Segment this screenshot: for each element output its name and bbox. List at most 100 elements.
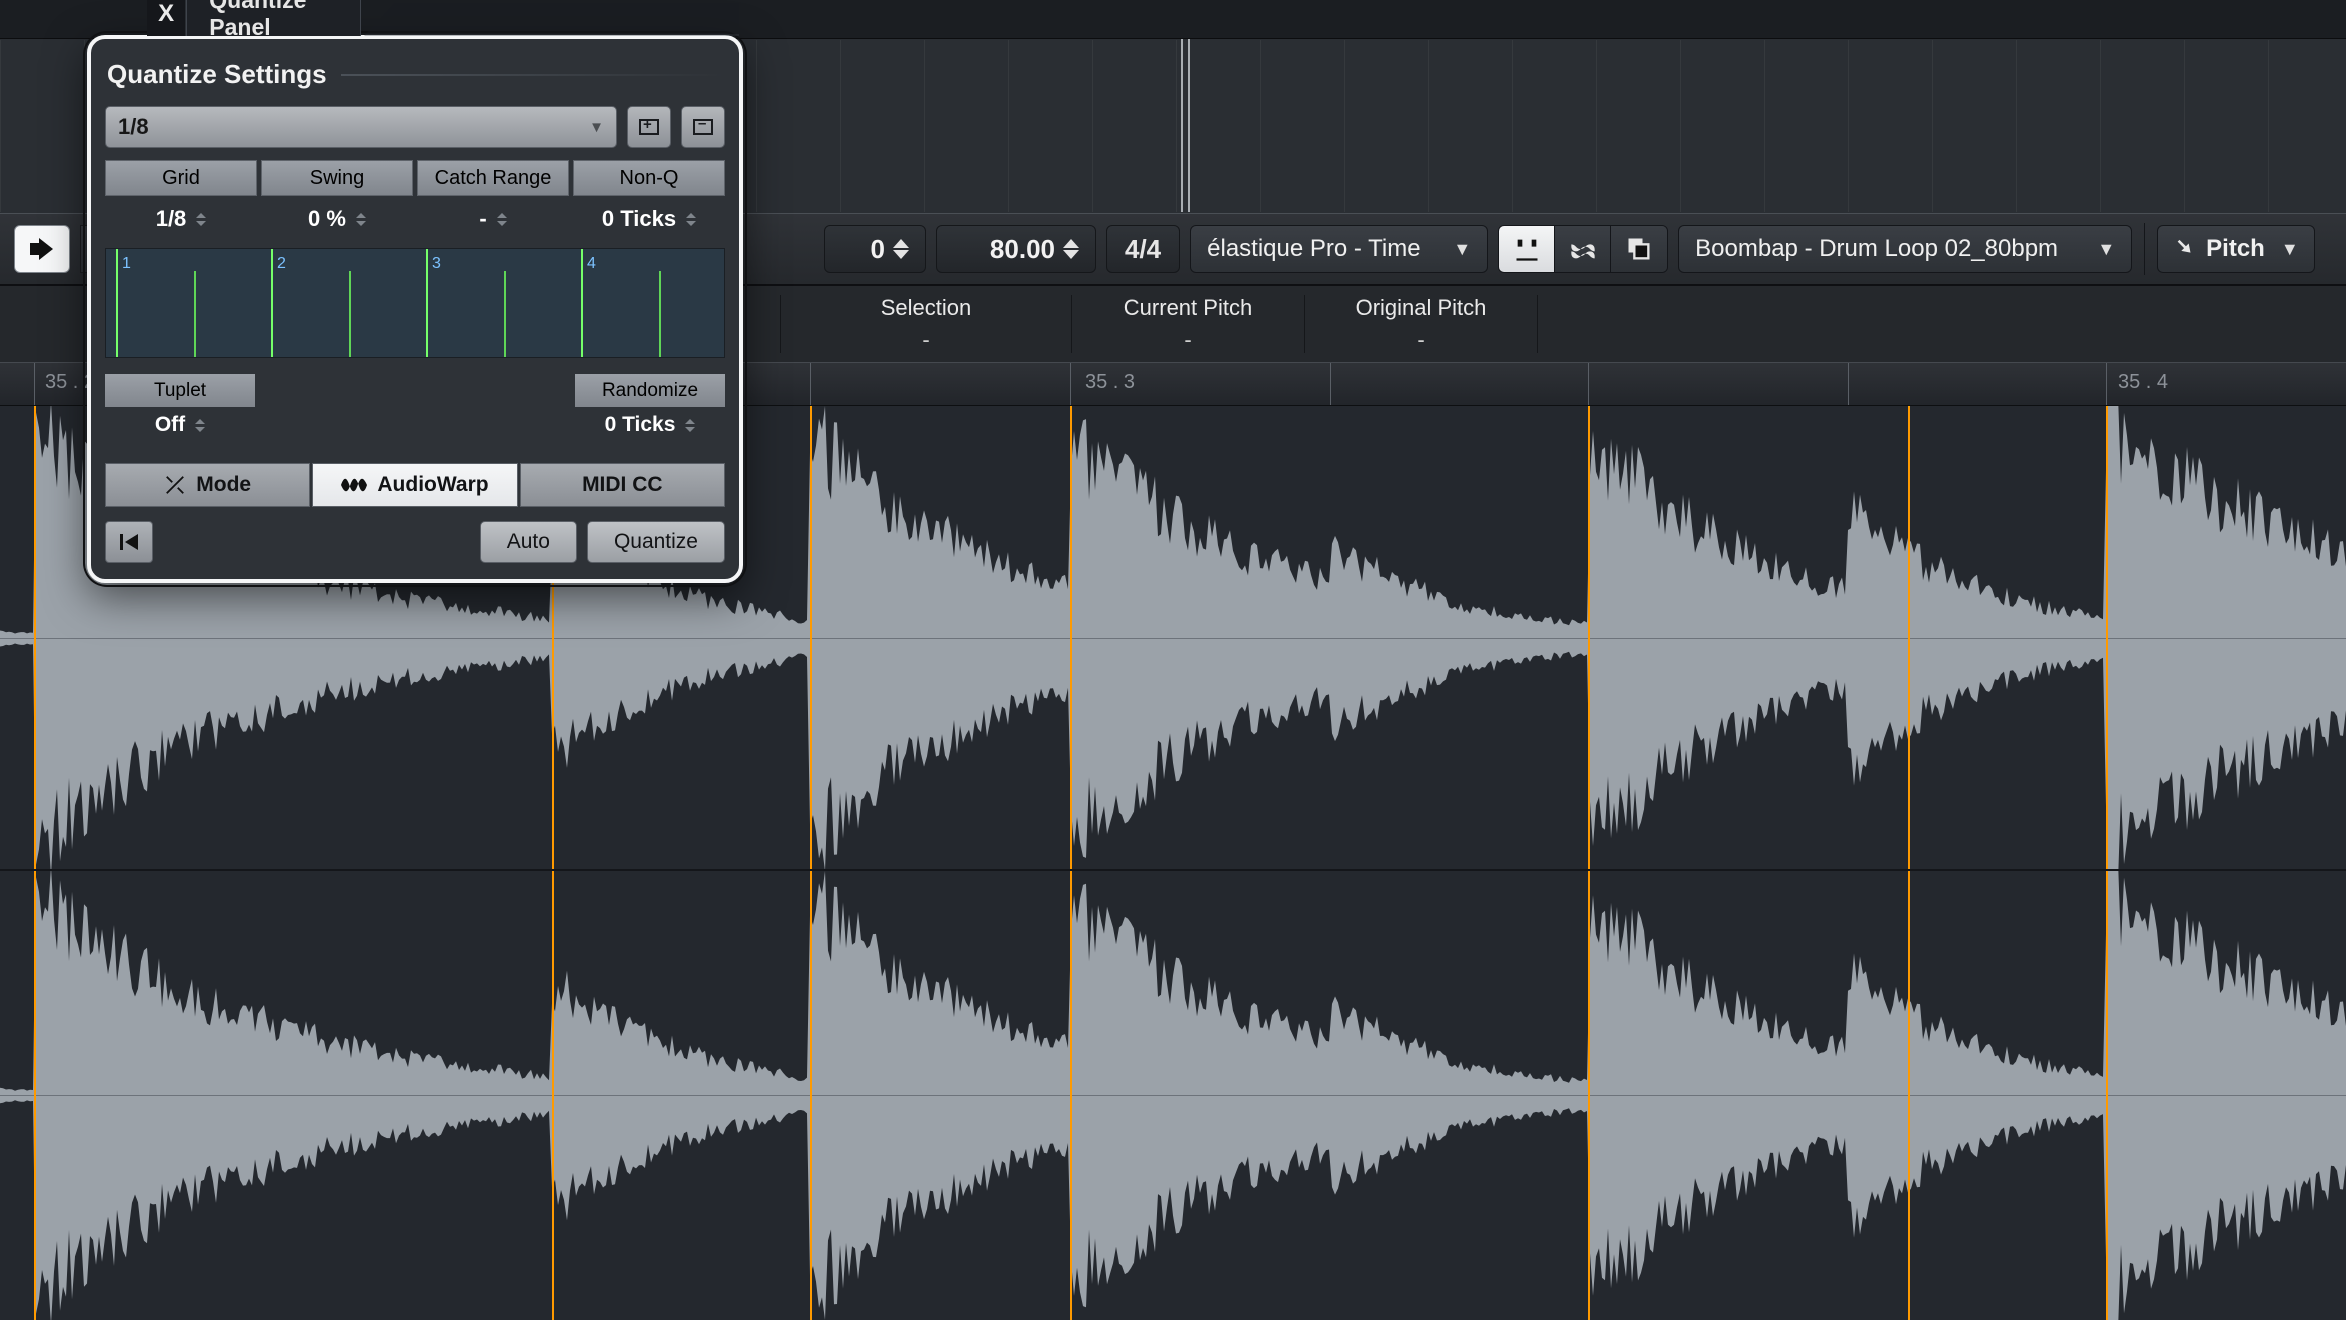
panel-tab[interactable]: Quantize Panel	[186, 0, 361, 36]
mode-label: Mode	[196, 473, 251, 497]
separator	[2144, 223, 2145, 275]
preset-value: 1/8	[118, 114, 149, 140]
spinner-icon[interactable]	[1063, 239, 1081, 259]
auto-button[interactable]: Auto	[480, 521, 577, 563]
warp-marker[interactable]	[2106, 406, 2108, 869]
current-pitch-label: Current Pitch	[1124, 295, 1252, 321]
warp-marker[interactable]	[1908, 871, 1910, 1320]
warp-marker[interactable]	[1070, 871, 1072, 1320]
audition-button[interactable]	[14, 225, 70, 273]
waves-icon	[1569, 235, 1597, 263]
clip-name: Boombap - Drum Loop 02_80bpm	[1695, 235, 2058, 263]
warp-marker[interactable]	[1070, 406, 1072, 869]
original-pitch-label: Original Pitch	[1356, 295, 1487, 321]
ruler-label: 35 . 3	[1085, 371, 1135, 394]
ruler-tick	[1330, 363, 1331, 405]
delete-preset-button[interactable]	[681, 106, 725, 148]
pitch-dropdown[interactable]: Pitch ▼	[2157, 225, 2315, 273]
algorithm-dropdown[interactable]: élastique Pro - Time ▼	[1190, 225, 1488, 273]
catch-range-header: Catch Range	[417, 160, 569, 196]
delete-icon	[693, 119, 713, 135]
stack-icon	[1625, 235, 1653, 263]
midi-cc-button[interactable]: MIDI CC	[520, 463, 725, 507]
time-signature-field[interactable]: 4/4	[1106, 225, 1180, 273]
ruler-tick	[810, 363, 811, 405]
mode-button[interactable]: Mode	[105, 463, 310, 507]
grid-header: Grid	[105, 160, 257, 196]
ruler-tick	[1070, 363, 1071, 405]
tempo-value: 80.00	[990, 234, 1055, 265]
chevron-down-icon: ▼	[2281, 239, 2299, 260]
chevron-down-icon: ▼	[2097, 239, 2115, 260]
warp-marker[interactable]	[1588, 406, 1590, 869]
randomize-header: Randomize	[575, 374, 725, 407]
ruler-label: 35 . 4	[2118, 371, 2168, 394]
preset-dropdown[interactable]: 1/8 ▼	[105, 106, 617, 148]
audiowarp-icon	[341, 475, 367, 495]
warp-triangle-icon	[25, 406, 45, 407]
pitch-arrow-icon	[2174, 238, 2196, 260]
current-pitch-value: -	[1184, 327, 1191, 353]
chevron-down-icon: ▼	[589, 119, 604, 136]
chevron-down-icon: ▼	[1453, 239, 1471, 260]
display-mode-3-button[interactable]	[1611, 226, 1667, 272]
warp-triangle-icon	[1579, 406, 1599, 407]
clip-dropdown[interactable]: Boombap - Drum Loop 02_80bpm ▼	[1678, 225, 2132, 273]
pitch-label: Pitch	[2206, 235, 2265, 263]
warp-triangle-icon	[2097, 406, 2117, 407]
transpose-value: 0	[871, 234, 885, 265]
locator-bar[interactable]	[1181, 39, 1190, 212]
ruler-tick	[34, 363, 35, 405]
reset-button[interactable]	[105, 521, 153, 563]
spinner-icon	[686, 213, 696, 226]
grid-value: 1/8	[156, 206, 187, 232]
warp-marker[interactable]	[810, 406, 812, 869]
panel-tab-bar: X Quantize Panel	[147, 0, 739, 36]
display-mode-2-button[interactable]	[1555, 226, 1611, 272]
swing-value: 0 %	[308, 206, 346, 232]
audiowarp-label: AudioWarp	[377, 473, 488, 497]
grid-value-field[interactable]: 1/8	[105, 200, 257, 238]
randomize-value: 0 Ticks	[605, 413, 676, 437]
warp-marker[interactable]	[552, 871, 554, 1320]
tempo-field[interactable]: 80.00	[936, 225, 1096, 273]
marker-icon	[1513, 235, 1541, 263]
warp-marker[interactable]	[34, 871, 36, 1320]
audiowarp-button[interactable]: AudioWarp	[312, 463, 517, 507]
tuplet-value-field[interactable]: Off	[105, 407, 255, 443]
divider	[1537, 295, 1538, 353]
spinner-icon	[685, 419, 695, 432]
warp-marker[interactable]	[34, 406, 36, 869]
catch-range-value: -	[479, 206, 486, 232]
non-q-value: 0 Ticks	[602, 206, 676, 232]
quantize-button[interactable]: Quantize	[587, 521, 725, 563]
spinner-icon[interactable]	[893, 239, 911, 259]
non-q-header: Non-Q	[573, 160, 725, 196]
algorithm-value: élastique Pro - Time	[1207, 235, 1420, 263]
swing-header: Swing	[261, 160, 413, 196]
save-icon	[639, 119, 659, 135]
skip-start-icon	[118, 532, 140, 552]
transpose-field[interactable]: 0	[824, 225, 926, 273]
warp-marker[interactable]	[1908, 406, 1910, 869]
swing-value-field[interactable]: 0 %	[261, 200, 413, 238]
randomize-value-field[interactable]: 0 Ticks	[575, 407, 725, 443]
spinner-icon	[497, 213, 507, 226]
spinner-icon	[356, 213, 366, 226]
display-mode-1-button[interactable]	[1499, 226, 1555, 272]
save-preset-button[interactable]	[627, 106, 671, 148]
waveform-lane-2[interactable]	[0, 871, 2346, 1320]
selection-value: -	[922, 327, 929, 353]
warp-triangle-icon	[1899, 406, 1919, 407]
tab-rail	[364, 3, 739, 36]
non-q-value-field[interactable]: 0 Ticks	[573, 200, 725, 238]
catch-range-value-field[interactable]: -	[417, 200, 569, 238]
warp-triangle-icon	[1061, 406, 1081, 407]
warp-marker[interactable]	[1588, 871, 1590, 1320]
midi-cc-label: MIDI CC	[582, 473, 663, 497]
time-signature-value: 4/4	[1125, 234, 1161, 265]
warp-triangle-icon	[801, 406, 821, 407]
warp-marker[interactable]	[2106, 871, 2108, 1320]
warp-marker[interactable]	[810, 871, 812, 1320]
close-button[interactable]: X	[147, 0, 186, 36]
